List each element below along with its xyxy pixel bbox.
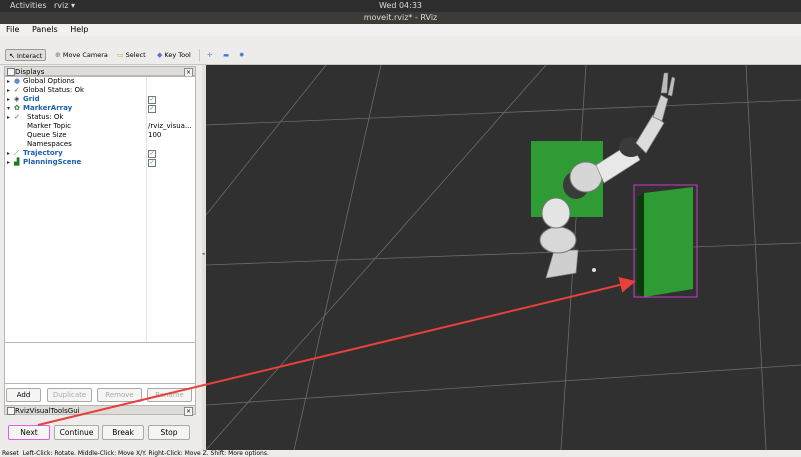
display-row[interactable]: ▸ ✓ Global Status: Ok <box>5 86 195 95</box>
grid-floor <box>206 65 801 450</box>
add-button[interactable]: Add <box>6 388 41 402</box>
tool-select[interactable]: ▭ Select <box>114 49 149 61</box>
scene-render <box>206 65 801 450</box>
display-row-value[interactable]: 100 <box>148 131 161 140</box>
close-icon[interactable]: × <box>184 407 193 416</box>
displays-title: Displays <box>15 68 45 76</box>
display-row[interactable]: ▸ ● Global Options <box>5 77 195 86</box>
display-type-icon: ✓ <box>14 113 20 121</box>
display-row[interactable]: Marker Topic/rviz_visua... <box>5 122 195 131</box>
key-icon: ◆ <box>157 51 163 59</box>
splitter-handle-icon: ◂ <box>202 251 205 257</box>
target-box[interactable] <box>633 184 698 298</box>
gui-title: RvizVisualToolsGui <box>15 407 80 415</box>
display-row-label: Queue Size <box>27 131 67 139</box>
expand-right-icon[interactable]: ▸ <box>7 149 10 158</box>
tool-move-camera[interactable]: ⊕ Move Camera <box>52 49 111 61</box>
gui-title-bar: RvizVisualToolsGui × <box>4 405 196 416</box>
expand-right-icon[interactable]: ▸ <box>7 113 10 122</box>
rename-button[interactable]: Rename <box>147 388 192 402</box>
tool-select-label: Select <box>125 51 146 59</box>
reset-button[interactable]: Reset <box>2 450 19 457</box>
display-type-icon: ⟋ <box>14 149 19 157</box>
expand-right-icon[interactable]: ▸ <box>7 95 10 104</box>
status-bar: Reset Left-Click: Rotate. Middle-Click: … <box>0 450 801 457</box>
tool-key[interactable]: ◆ Key Tool <box>154 49 194 61</box>
expand-down-icon[interactable]: ▾ <box>7 104 10 113</box>
toolbar-separator <box>199 49 200 61</box>
expand-right-icon[interactable]: ▸ <box>7 77 10 86</box>
enable-checkbox[interactable]: ✓ <box>148 96 156 104</box>
left-dock: Displays × ▸ ● Global Options ▸ ✓ Global Stat… <box>0 65 202 450</box>
enable-checkbox[interactable]: ✓ <box>148 159 156 167</box>
enable-checkbox[interactable]: ✓ <box>148 105 156 113</box>
next-button[interactable]: Next <box>8 425 50 440</box>
display-row-value[interactable]: /rviz_visua... <box>148 122 192 131</box>
tool-key-label: Key Tool <box>164 51 191 59</box>
clock[interactable]: Wed 04:33 <box>0 0 801 12</box>
display-row-label: Marker Topic <box>27 122 72 130</box>
tool-interact[interactable]: ↖ Interact <box>5 49 47 61</box>
display-type-icon: ▟ <box>14 158 20 166</box>
displays-panel-icon <box>7 68 15 76</box>
display-row[interactable]: Namespaces <box>5 140 195 149</box>
enable-checkbox[interactable]: ✓ <box>148 150 156 158</box>
display-row[interactable]: Queue Size 100 <box>5 131 195 140</box>
select-icon: ▭ <box>117 51 124 59</box>
stop-button[interactable]: Stop <box>148 425 190 440</box>
tool-move-camera-label: Move Camera <box>62 51 108 59</box>
description-box <box>4 342 196 384</box>
pointer-icon: ↖ <box>9 52 15 60</box>
move-icon[interactable]: ✛ <box>204 49 215 61</box>
display-type-icon: ✿ <box>14 104 20 112</box>
3d-viewport[interactable] <box>206 65 801 450</box>
display-row-label: Status: Ok <box>27 113 64 121</box>
expand-right-icon[interactable]: ▸ <box>7 86 10 95</box>
display-row-label: MarkerArray <box>23 104 73 112</box>
minus-icon[interactable]: ▬ <box>220 49 232 61</box>
expand-right-icon[interactable]: ▸ <box>7 158 10 167</box>
display-row-label: Namespaces <box>27 140 72 148</box>
display-row[interactable]: ▸ ✓ Status: Ok <box>5 113 195 122</box>
display-row[interactable]: ▸ ⟋ Trajectory ✓ <box>5 149 195 158</box>
display-row-label: Global Options <box>23 77 75 85</box>
continue-button[interactable]: Continue <box>54 425 99 440</box>
display-row[interactable]: ▸ ▟ PlanningScene ✓ <box>5 158 195 167</box>
status-hint: Left-Click: Rotate. Middle-Click: Move X… <box>22 450 269 457</box>
display-row-label: Grid <box>23 95 40 103</box>
display-type-icon: ◈ <box>14 95 20 103</box>
remove-button[interactable]: Remove <box>97 388 142 402</box>
window-title: moveit.rviz* - RViz <box>0 12 801 24</box>
break-button[interactable]: Break <box>102 425 144 440</box>
menu-help[interactable]: Help <box>70 25 88 34</box>
displays-title-bar: Displays × <box>4 66 196 77</box>
menu-panels[interactable]: Panels <box>32 25 58 34</box>
tool-interact-label: Interact <box>16 52 43 60</box>
point-icon[interactable]: ✹ <box>236 49 247 61</box>
system-top-bar: Activities rviz ▾ Wed 04:33 <box>0 0 801 12</box>
display-row-label: Trajectory <box>23 149 63 157</box>
gui-panel-icon <box>7 407 15 415</box>
duplicate-button[interactable]: Duplicate <box>47 388 92 402</box>
display-row-label: PlanningScene <box>23 158 82 166</box>
menu-file[interactable]: File <box>6 25 19 34</box>
display-type-icon: ✓ <box>14 86 20 94</box>
camera-icon: ⊕ <box>55 51 61 59</box>
display-row[interactable]: ▸ ◈ Grid ✓ <box>5 95 195 104</box>
menu-bar: File Panels Help <box>0 24 801 36</box>
display-row-label: Global Status: Ok <box>23 86 85 94</box>
toolbar: ↖ Interact ⊕ Move Camera ▭ Select ◆ Key Tool… <box>0 36 801 65</box>
display-row[interactable]: ▾ ✿ MarkerArray ✓ <box>5 104 195 113</box>
display-type-icon: ● <box>14 77 21 85</box>
